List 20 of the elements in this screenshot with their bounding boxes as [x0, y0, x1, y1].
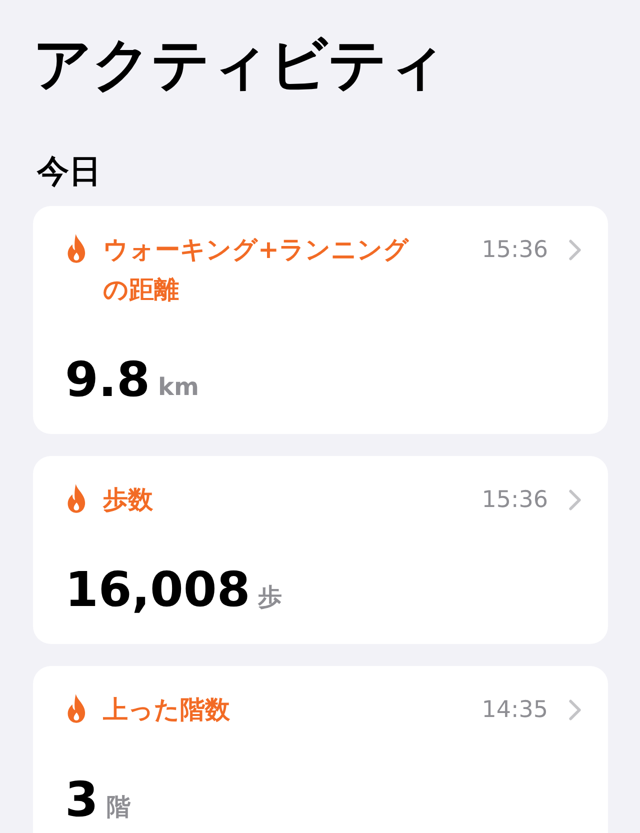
value-text: 16,008 — [65, 569, 250, 611]
unit-label: km — [158, 374, 199, 400]
card-title: 歩数 — [103, 484, 154, 516]
time-label: 14:35 — [482, 696, 548, 725]
card-title: 上った階数 — [103, 694, 231, 726]
activity-card[interactable]: 上った階数 14:35 3 階 — [33, 666, 608, 833]
unit-label: 歩 — [258, 584, 282, 610]
section-title: 今日 — [37, 151, 102, 192]
chevron-icon — [568, 699, 582, 721]
time-label: 15:36 — [482, 236, 548, 265]
unit-label: 階 — [106, 794, 130, 820]
activity-card[interactable]: ウォーキング+ランニングの距離 15:36 9.8 km — [33, 206, 608, 434]
page-title: アクティビティ — [33, 29, 447, 100]
card-title: ウォーキング+ランニングの距離 — [103, 234, 410, 306]
activity-card[interactable]: 歩数 15:36 16,008 歩 — [33, 456, 608, 644]
value-text: 9.8 — [65, 359, 150, 401]
time-label: 15:36 — [482, 486, 548, 515]
chevron-icon — [568, 489, 582, 511]
value-text: 3 — [65, 779, 98, 821]
chevron-icon — [568, 239, 582, 261]
